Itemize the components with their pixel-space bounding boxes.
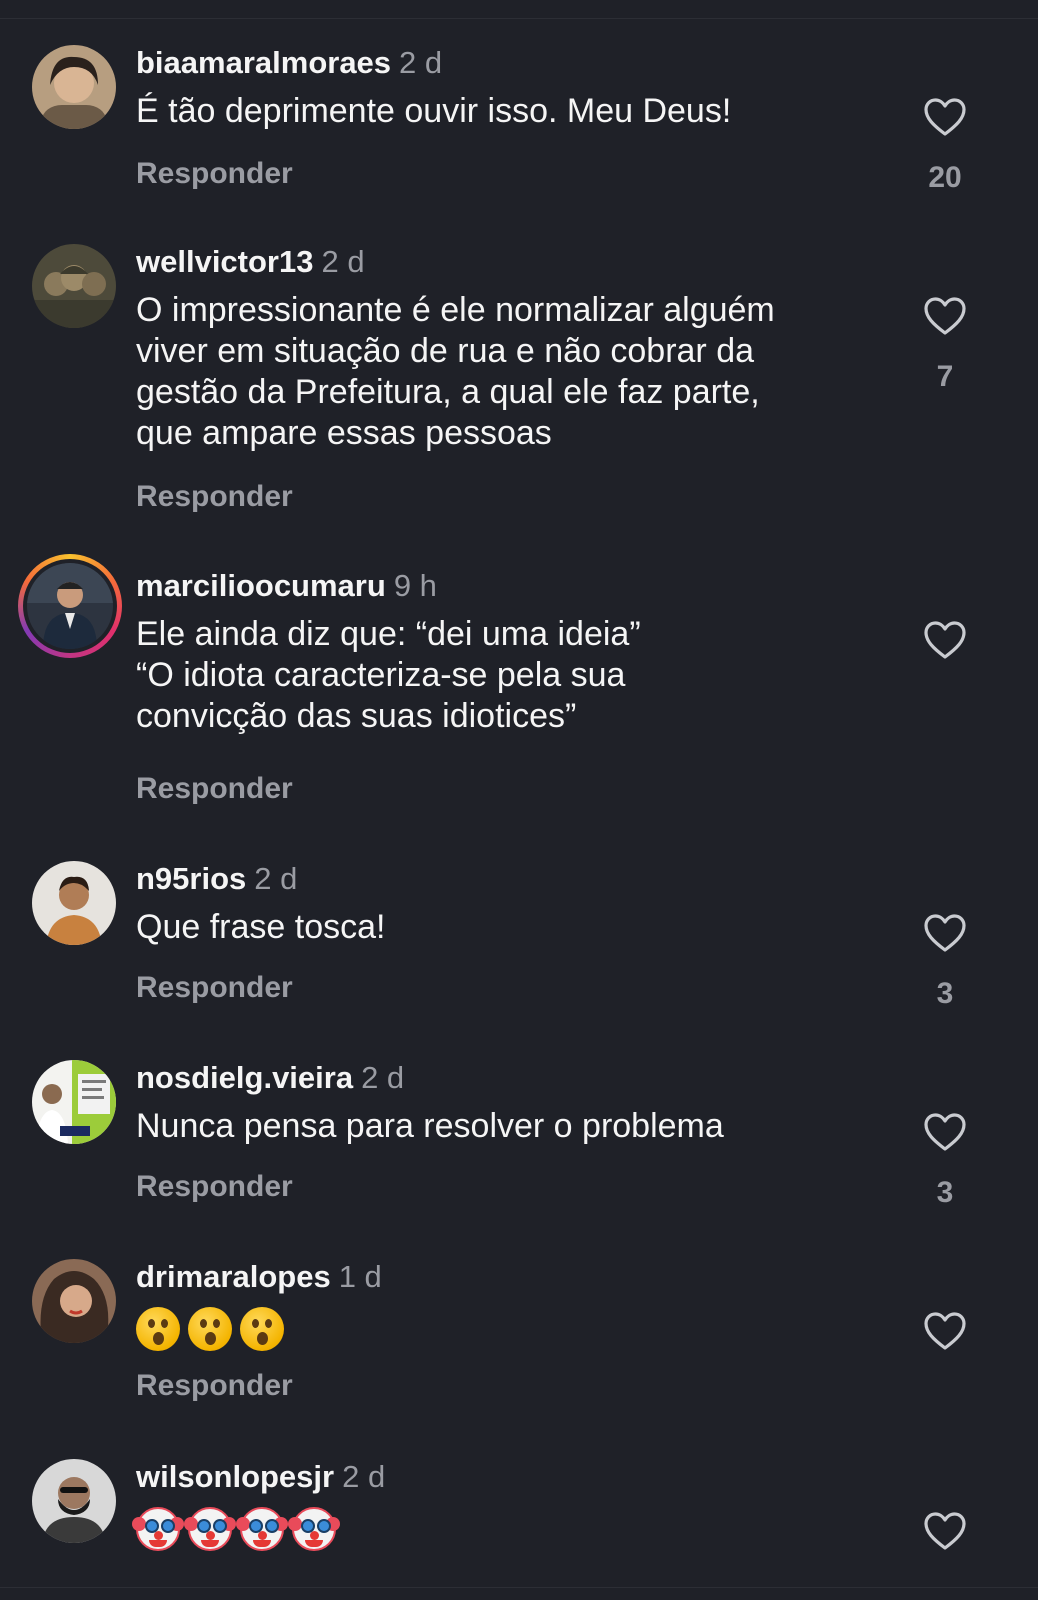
- like-control: [920, 620, 970, 660]
- timestamp: 2 d: [321, 244, 365, 279]
- username[interactable]: drimaralopes: [136, 1259, 331, 1294]
- face-with-open-mouth-emoji: [136, 1307, 180, 1351]
- username[interactable]: nosdielg.vieira: [136, 1060, 353, 1095]
- avatar-image: [32, 45, 116, 129]
- heart-outline-icon[interactable]: [923, 620, 967, 660]
- like-control: 3: [920, 1112, 970, 1210]
- timestamp: 2 d: [342, 1459, 386, 1494]
- avatar[interactable]: [32, 1060, 116, 1144]
- like-control: 7: [920, 296, 970, 394]
- timestamp: 2 d: [254, 861, 298, 896]
- avatar[interactable]: [18, 554, 122, 658]
- bottom-divider: [0, 1587, 1038, 1588]
- username[interactable]: marcilioocumaru: [136, 568, 386, 603]
- comment-meta: marcilioocumaru 9 h: [136, 568, 896, 604]
- like-count: 3: [936, 977, 954, 1010]
- like-control: [920, 1511, 970, 1551]
- face-with-open-mouth-emoji: [188, 1307, 232, 1351]
- timestamp: 2 d: [399, 45, 443, 80]
- comment-text: Ele ainda diz que: “dei uma ideia” “O id…: [136, 615, 641, 735]
- like-control: 20: [920, 97, 970, 195]
- like-control: 3: [920, 913, 970, 1011]
- comment-emojis: [136, 1307, 896, 1351]
- reply-button[interactable]: Responder: [136, 971, 293, 1005]
- comment-meta: drimaralopes 1 d: [136, 1259, 896, 1295]
- comment-meta: nosdielg.vieira 2 d: [136, 1060, 896, 1096]
- comments-screen: biaamaralmoraes 2 d É tão deprimente ouvi…: [0, 0, 1038, 1600]
- username[interactable]: n95rios: [136, 861, 246, 896]
- comment-emojis: [132, 1507, 896, 1551]
- reply-button[interactable]: Responder: [136, 1170, 293, 1204]
- heart-outline-icon[interactable]: [923, 296, 967, 336]
- clown-face-emoji: [184, 1507, 236, 1551]
- avatar[interactable]: [32, 244, 116, 328]
- avatar[interactable]: [32, 861, 116, 945]
- timestamp: 2 d: [361, 1060, 405, 1095]
- clown-face-emoji: [236, 1507, 288, 1551]
- heart-outline-icon[interactable]: [923, 1311, 967, 1351]
- avatar-image: [27, 563, 113, 649]
- heart-outline-icon[interactable]: [923, 97, 967, 137]
- avatar-image: [32, 1060, 116, 1144]
- username[interactable]: wilsonlopesjr: [136, 1459, 334, 1494]
- heart-outline-icon[interactable]: [923, 1511, 967, 1551]
- story-ring: [18, 554, 122, 658]
- clown-face-emoji: [288, 1507, 340, 1551]
- comment-meta: biaamaralmoraes 2 d: [136, 45, 896, 81]
- reply-button[interactable]: Responder: [136, 1369, 293, 1403]
- avatar-image: [32, 861, 116, 945]
- comment-meta: n95rios 2 d: [136, 861, 896, 897]
- avatar[interactable]: [32, 1259, 116, 1343]
- avatar[interactable]: [32, 45, 116, 129]
- reply-button[interactable]: Responder: [136, 480, 293, 514]
- clown-face-emoji: [132, 1507, 184, 1551]
- comment-meta: wellvictor13 2 d: [136, 244, 896, 280]
- avatar-image: [32, 1459, 116, 1543]
- timestamp: 1 d: [338, 1259, 382, 1294]
- like-control: [920, 1311, 970, 1351]
- comment-text: O impressionante é ele normalizar alguém…: [136, 291, 775, 452]
- avatar-image: [32, 244, 116, 328]
- reply-button[interactable]: Responder: [136, 772, 293, 806]
- avatar[interactable]: [32, 1459, 116, 1543]
- avatar-image: [32, 1259, 116, 1343]
- comment-text: É tão deprimente ouvir isso. Meu Deus!: [136, 92, 732, 130]
- comment-meta: wilsonlopesjr 2 d: [136, 1459, 896, 1495]
- username[interactable]: biaamaralmoraes: [136, 45, 391, 80]
- heart-outline-icon[interactable]: [923, 913, 967, 953]
- username[interactable]: wellvictor13: [136, 244, 313, 279]
- like-count: 20: [928, 161, 962, 194]
- top-divider: [0, 18, 1038, 19]
- comment-text: Nunca pensa para resolver o problema: [136, 1107, 724, 1145]
- comment-text: Que frase tosca!: [136, 908, 386, 946]
- timestamp: 9 h: [393, 568, 437, 603]
- like-count: 3: [936, 1176, 954, 1209]
- face-with-open-mouth-emoji: [240, 1307, 284, 1351]
- reply-button[interactable]: Responder: [136, 157, 293, 191]
- heart-outline-icon[interactable]: [923, 1112, 967, 1152]
- like-count: 7: [936, 360, 954, 393]
